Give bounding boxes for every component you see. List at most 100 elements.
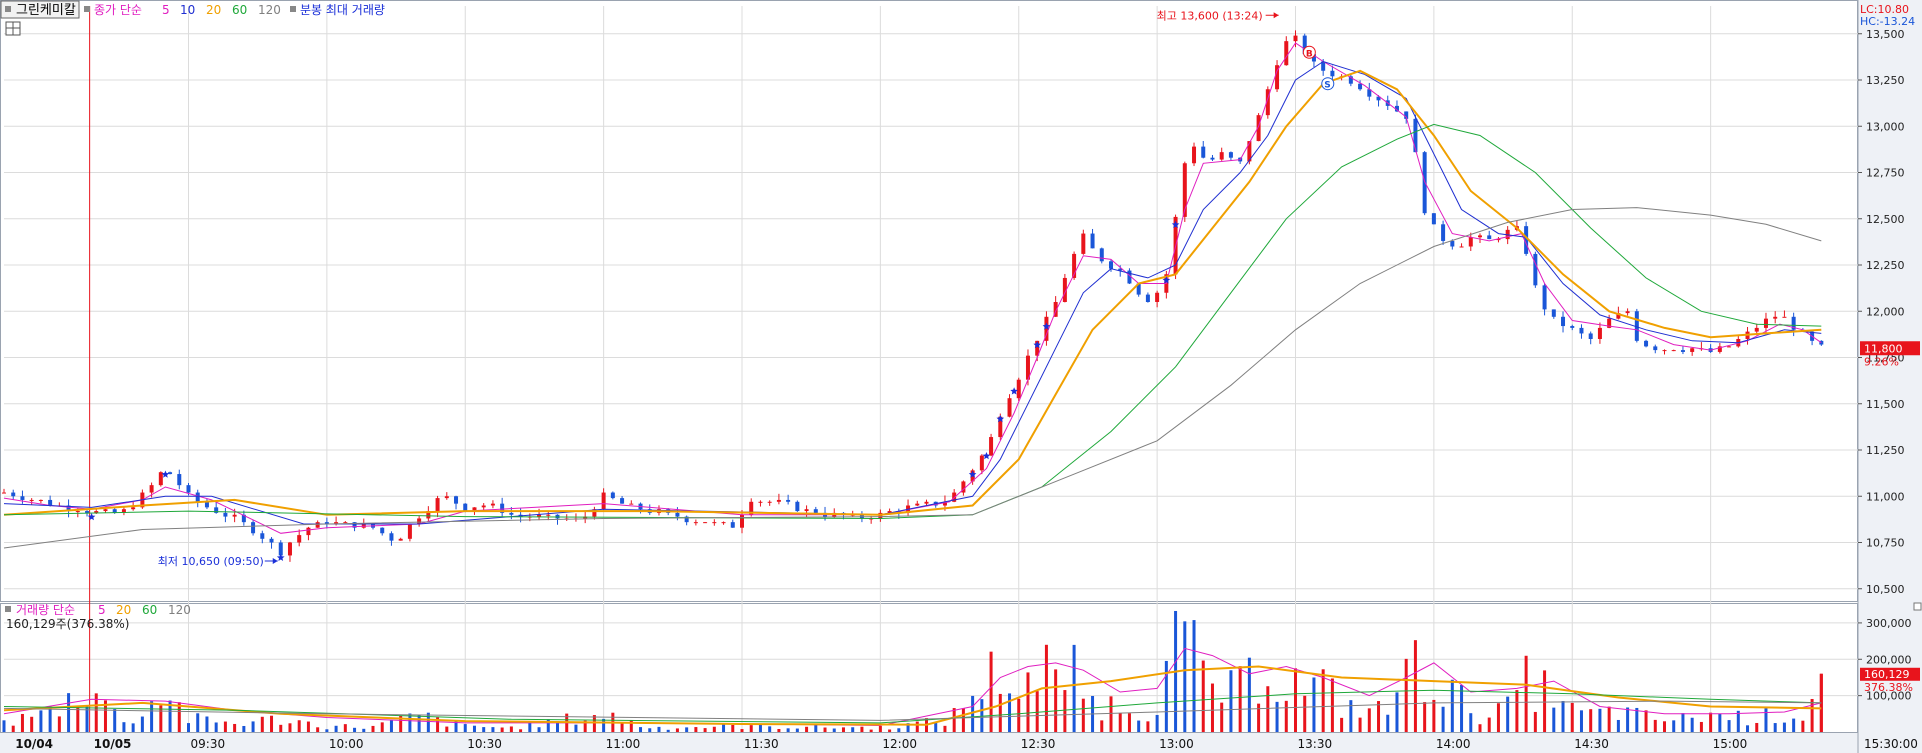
last-volume-value: 160,129 xyxy=(1864,668,1910,681)
volume-bar xyxy=(1441,706,1445,732)
candle-body xyxy=(278,542,283,556)
candle-body xyxy=(1431,213,1436,225)
volume-bar xyxy=(860,726,864,732)
candle-body xyxy=(2,492,6,494)
volume-bar xyxy=(814,724,818,732)
volume-bar xyxy=(1035,691,1039,732)
candle-body xyxy=(1099,248,1104,262)
volume-bar xyxy=(1764,708,1768,732)
volume-bar xyxy=(334,725,338,732)
volume-bar xyxy=(1626,707,1630,732)
volume-bar xyxy=(841,727,845,732)
candle-body xyxy=(149,485,154,493)
buy-marker-label: B xyxy=(1306,49,1313,59)
volume-bar xyxy=(1303,695,1307,732)
volume-bar xyxy=(353,727,357,732)
price-tick-label: 10,750 xyxy=(1866,537,1905,550)
volume-bar xyxy=(1266,686,1270,732)
volume-bar xyxy=(768,726,772,732)
candle-body xyxy=(979,455,984,471)
volume-bar xyxy=(832,728,836,732)
volume-bar xyxy=(500,727,504,732)
time-tick-label: 10:30 xyxy=(467,737,502,751)
panel-resize-handle[interactable] xyxy=(1913,602,1922,611)
legend-period-20: 20 xyxy=(206,3,221,17)
volume-bar xyxy=(1284,700,1288,732)
volume-bar xyxy=(519,729,523,732)
candle-body xyxy=(260,533,265,539)
candle-body xyxy=(1588,333,1593,339)
candle-body xyxy=(712,522,717,524)
volume-bar xyxy=(961,708,965,732)
volume-bar xyxy=(823,727,827,732)
candle-body xyxy=(1192,146,1197,164)
volume-bar xyxy=(39,710,43,732)
volume-bar xyxy=(1026,672,1030,732)
time-axis-panel xyxy=(0,733,1922,753)
candle-body xyxy=(1284,41,1289,66)
volume-legend-period-120: 120 xyxy=(168,603,191,617)
price-tick-label: 13,000 xyxy=(1866,120,1905,133)
candle-body xyxy=(758,501,763,503)
candle-body xyxy=(444,496,449,499)
volume-bar xyxy=(1413,640,1417,732)
candle-body xyxy=(537,514,542,517)
volume-bar xyxy=(11,725,15,732)
volume-bar xyxy=(934,722,938,732)
volume-bar xyxy=(1100,720,1104,732)
volume-bar xyxy=(731,724,735,732)
volume-bar xyxy=(67,693,71,732)
candle-body xyxy=(1201,146,1206,158)
last-price-value: 11,800 xyxy=(1864,342,1903,355)
candle-body xyxy=(1145,294,1150,302)
volume-bar xyxy=(1386,714,1390,732)
time-tick-label: 13:00 xyxy=(1159,737,1194,751)
candle-body xyxy=(407,524,412,539)
legend-price-label: 종가 단순 xyxy=(94,3,142,17)
stock-name[interactable]: 그린케미칼 xyxy=(16,3,76,18)
candle-body xyxy=(158,472,163,486)
volume-bar xyxy=(989,651,993,732)
candle-body xyxy=(915,503,920,506)
legend-period-120: 120 xyxy=(258,3,281,17)
volume-bar xyxy=(389,720,393,732)
volume-bar xyxy=(196,713,200,732)
time-tick-label: 13:30 xyxy=(1298,737,1333,751)
candle-body xyxy=(1754,327,1759,332)
volume-bar xyxy=(1229,670,1233,732)
volume-bar xyxy=(722,723,726,732)
volume-bar xyxy=(1598,708,1602,732)
volume-bar xyxy=(1404,658,1408,732)
volume-bar xyxy=(980,699,984,732)
candle-body xyxy=(389,533,394,541)
volume-bar xyxy=(1294,668,1297,732)
volume-bar xyxy=(1644,710,1648,732)
volume-legend-bullet-icon xyxy=(5,606,11,612)
volume-legend-period-5: 5 xyxy=(98,603,106,617)
candle-body xyxy=(1542,285,1547,310)
legend-period-60: 60 xyxy=(232,3,247,17)
candle-body xyxy=(1533,253,1538,286)
volume-bar xyxy=(1321,669,1325,732)
volume-bar xyxy=(639,727,643,732)
time-tick-label: 10:00 xyxy=(329,737,364,751)
legend-period-5: 5 xyxy=(162,3,170,17)
candle-body xyxy=(767,501,772,503)
candle-body xyxy=(490,503,495,506)
volume-bar xyxy=(509,726,513,732)
candle-body xyxy=(1459,246,1464,248)
price-tick-label: 10,500 xyxy=(1866,583,1905,596)
volume-bar xyxy=(1395,692,1399,732)
volume-bar xyxy=(694,727,698,732)
volume-bar xyxy=(1635,707,1639,732)
candle-body xyxy=(195,492,200,502)
volume-bar xyxy=(1183,621,1187,732)
volume-bar xyxy=(1423,702,1427,732)
sell-marker-label: S xyxy=(1324,81,1330,91)
volume-bar xyxy=(362,728,366,732)
volume-bar xyxy=(1358,717,1362,732)
candle-body xyxy=(1358,83,1363,90)
volume-bar xyxy=(242,725,246,732)
candle-body xyxy=(103,509,108,512)
legend-extra: 분봉 최대 거래량 xyxy=(300,3,385,17)
